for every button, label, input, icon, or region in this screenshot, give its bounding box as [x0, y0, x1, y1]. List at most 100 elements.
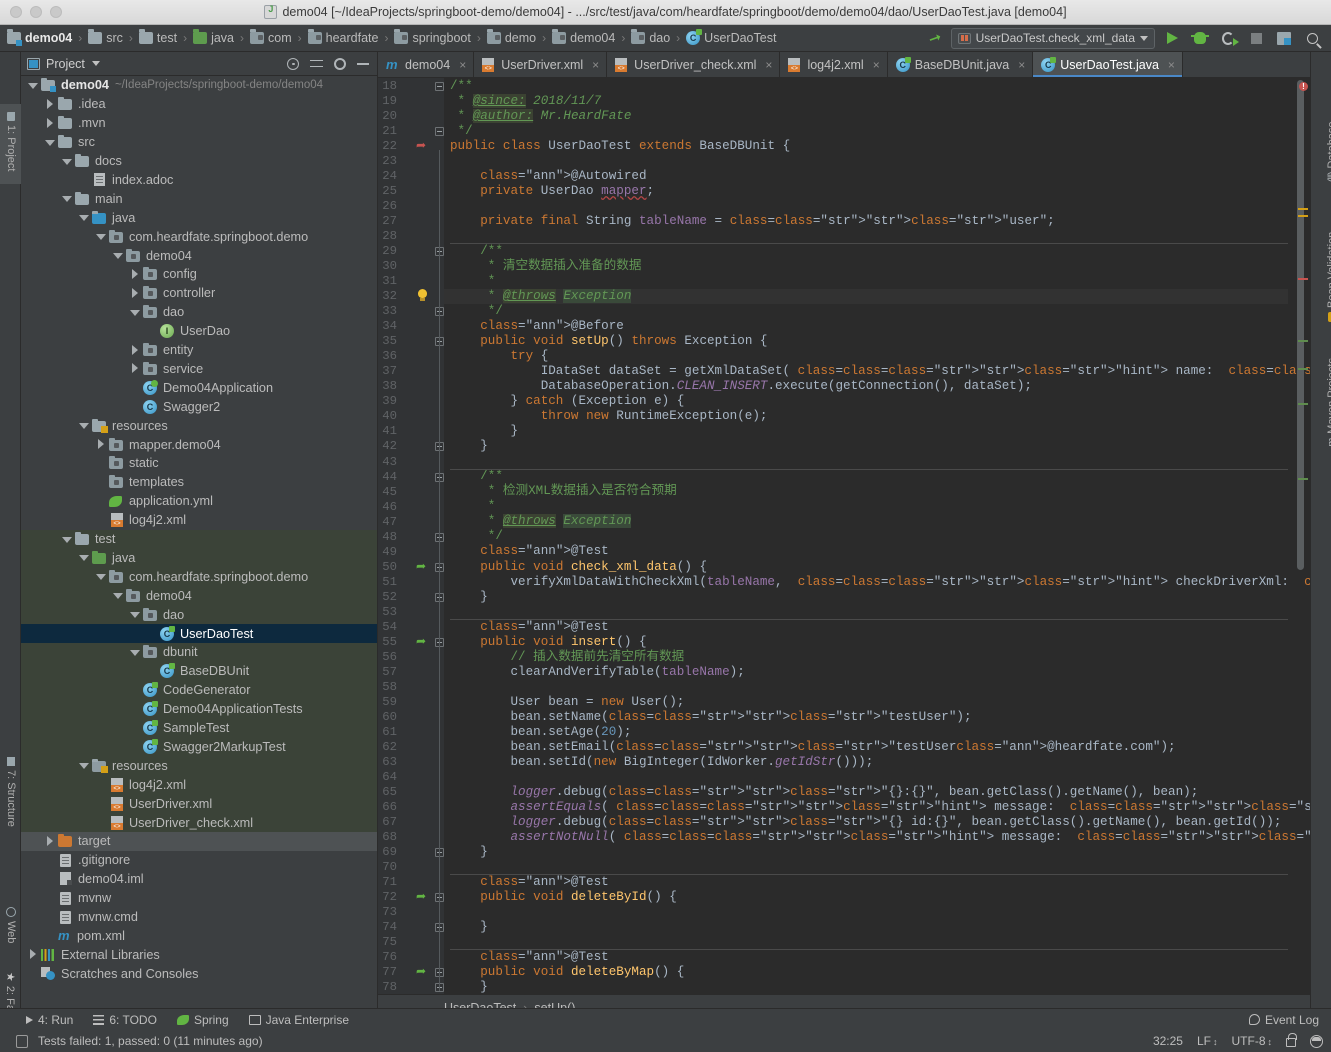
editor-tab-userdaotest-java[interactable]: UserDaoTest.java × — [1033, 52, 1183, 77]
tree-item-java[interactable]: java — [21, 208, 377, 227]
change-stripe-mark[interactable] — [1298, 340, 1308, 342]
right-strip-label-maven[interactable]: m Maven Projects — [1326, 358, 1331, 447]
editor-marker-stripe[interactable] — [1296, 78, 1310, 994]
code-line-57[interactable]: clearAndVerifyTable(tableName); — [444, 665, 1288, 680]
bottom-button-todo[interactable]: 6: TODO — [93, 1013, 157, 1027]
code-line-25[interactable]: private UserDao mapper; — [444, 184, 1288, 199]
hide-panel-icon[interactable] — [357, 62, 369, 65]
code-line-78[interactable]: } — [444, 980, 1288, 994]
chevron-right-icon[interactable] — [95, 439, 106, 450]
tree-item-userdriver-check-xml[interactable]: UserDriver_check.xml — [21, 813, 377, 832]
code-line-70[interactable] — [444, 860, 1288, 875]
bottom-button-spring[interactable]: Spring — [176, 1013, 229, 1027]
tree-item-mvnw-cmd[interactable]: mvnw.cmd — [21, 908, 377, 927]
chevron-down-icon[interactable] — [112, 250, 123, 261]
breadcrumb-item-heardfate[interactable]: heardfate — [307, 27, 380, 49]
code-line-45[interactable]: * 检测XML数据插入是否符合预期 — [444, 484, 1288, 499]
code-line-29[interactable]: /** — [444, 244, 1288, 259]
change-stripe-mark[interactable] — [1298, 478, 1308, 480]
code-line-61[interactable]: bean.setAge(20); — [444, 725, 1288, 740]
tree-item-index-adoc[interactable]: index.adoc — [21, 171, 377, 190]
stop-button[interactable] — [1245, 27, 1267, 49]
tree-item-pom-xml[interactable]: m pom.xml — [21, 927, 377, 946]
code-line-48[interactable]: */ — [444, 529, 1288, 544]
code-line-31[interactable]: * — [444, 274, 1288, 289]
tree-item-log4j2-xml[interactable]: log4j2.xml — [21, 511, 377, 530]
code-line-56[interactable]: // 插入数据前先清空所有数据 — [444, 650, 1288, 665]
run-configuration-selector[interactable]: UserDaoTest.check_xml_data — [950, 27, 1155, 49]
chevron-right-icon[interactable] — [27, 949, 38, 960]
code-line-40[interactable]: throw new RuntimeException(e); — [444, 409, 1288, 424]
chevron-down-icon[interactable] — [95, 571, 106, 582]
bottom-button-run[interactable]: 4: Run — [26, 1013, 73, 1027]
tree-item-service[interactable]: service — [21, 360, 377, 379]
left-strip-label-structure[interactable]: 7: Structure — [5, 757, 17, 827]
code-line-43[interactable] — [444, 454, 1288, 469]
tree-item-config[interactable]: config — [21, 265, 377, 284]
tree-item-userdaotest[interactable]: UserDaoTest — [21, 624, 377, 643]
tree-item-docs[interactable]: docs — [21, 152, 377, 171]
editor-tab-userdriver-xml[interactable]: UserDriver.xml × — [474, 52, 608, 77]
right-tool-window-bar[interactable]: (|||) Database Bean Validation m Maven P… — [1310, 52, 1331, 1020]
chevron-down-icon[interactable] — [61, 193, 72, 204]
navigation-bar[interactable]: demo04 › src › test › java › com › heardfate › sprin… — [0, 25, 1331, 52]
code-line-35[interactable]: public void setUp() throws Exception { — [444, 334, 1288, 349]
code-line-65[interactable]: logger.debug(class=class="str">"str">cla… — [444, 785, 1288, 800]
build-hammer-icon[interactable]: ➞ — [922, 26, 947, 50]
tree-item-demo04applicationtests[interactable]: Demo04ApplicationTests — [21, 700, 377, 719]
breadcrumb-item-src[interactable]: src — [87, 27, 124, 49]
run-test-gutter-icon-77[interactable]: ➦ — [416, 964, 426, 978]
tree-item-basedbunit[interactable]: BaseDBUnit — [21, 662, 377, 681]
chevron-down-icon[interactable] — [61, 534, 72, 545]
tree-item--mvn[interactable]: .mvn — [21, 114, 377, 133]
editor-tab-userdriver-check-xml[interactable]: UserDriver_check.xml × — [607, 52, 781, 77]
code-line-77[interactable]: public void deleteByMap() { — [444, 965, 1288, 980]
code-line-20[interactable]: * @author: Mr.HeardFate — [444, 109, 1288, 124]
tree-item-userdriver-xml[interactable]: UserDriver.xml — [21, 794, 377, 813]
main-toolbar[interactable]: ➞ UserDaoTest.check_xml_data — [925, 27, 1331, 49]
error-stripe-mark[interactable] — [1298, 278, 1308, 280]
fold-toggle-18[interactable] — [435, 82, 444, 91]
tree-item-com-heardfate-springboot-demo[interactable]: com.heardfate.springboot.demo — [21, 567, 377, 586]
code-line-71[interactable]: class="ann">@Test — [444, 875, 1288, 890]
code-line-37[interactable]: IDataSet dataSet = getXmlDataSet( class=… — [444, 364, 1310, 379]
chevron-down-icon[interactable] — [78, 552, 89, 563]
code-line-18[interactable]: /** — [444, 79, 1288, 94]
code-line-34[interactable]: class="ann">@Before — [444, 319, 1288, 334]
run-test-gutter-icon-55[interactable]: ➦ — [416, 634, 426, 648]
code-line-54[interactable]: class="ann">@Test — [444, 620, 1288, 635]
tree-item-demo04-iml[interactable]: demo04.iml — [21, 870, 377, 889]
code-line-62[interactable]: bean.setEmail(class=class="str">"str">cl… — [444, 740, 1288, 755]
tree-item-demo04[interactable]: demo04 — [21, 586, 377, 605]
chevron-right-icon[interactable] — [44, 835, 55, 847]
collapse-all-icon[interactable] — [310, 58, 323, 70]
code-line-47[interactable]: * @throws Exception — [444, 514, 1288, 529]
tree-item-entity[interactable]: entity — [21, 341, 377, 360]
code-line-55[interactable]: public void insert() { — [444, 635, 1288, 650]
chevron-down-icon[interactable] — [61, 156, 72, 167]
tree-item-resources[interactable]: resources — [21, 416, 377, 435]
tree-item-test[interactable]: test — [21, 530, 377, 549]
chevron-down-icon[interactable] — [129, 647, 140, 658]
bottom-tool-window-bar[interactable]: 4: Run 6: TODO Spring Java Enterprise Ev… — [0, 1008, 1331, 1030]
error-marker-icon[interactable] — [1299, 82, 1308, 91]
debug-button[interactable] — [1189, 27, 1211, 49]
chevron-right-icon[interactable] — [44, 117, 55, 129]
tree-item-demo04[interactable]: demo04 — [21, 246, 377, 265]
tree-item-java[interactable]: java — [21, 549, 377, 568]
code-line-41[interactable]: } — [444, 424, 1288, 439]
chevron-down-icon[interactable] — [95, 231, 106, 242]
tree-item-com-heardfate-springboot-demo[interactable]: com.heardfate.springboot.demo — [21, 227, 377, 246]
chevron-right-icon[interactable] — [129, 363, 140, 374]
lock-icon[interactable] — [1286, 1033, 1297, 1047]
chevron-down-icon[interactable] — [112, 590, 123, 601]
close-icon[interactable]: × — [765, 58, 772, 72]
code-line-52[interactable]: } — [444, 590, 1288, 605]
warning-stripe-mark[interactable] — [1298, 215, 1308, 217]
breadcrumb-item-springboot[interactable]: springboot — [393, 27, 471, 49]
settings-gear-icon[interactable] — [334, 57, 346, 70]
tree-item-scratches-and-consoles[interactable]: Scratches and Consoles — [21, 964, 377, 983]
editor-tab-basedbunit-java[interactable]: BaseDBUnit.java × — [888, 52, 1034, 77]
code-line-42[interactable]: } — [444, 439, 1288, 454]
chevron-right-icon[interactable] — [129, 344, 140, 356]
